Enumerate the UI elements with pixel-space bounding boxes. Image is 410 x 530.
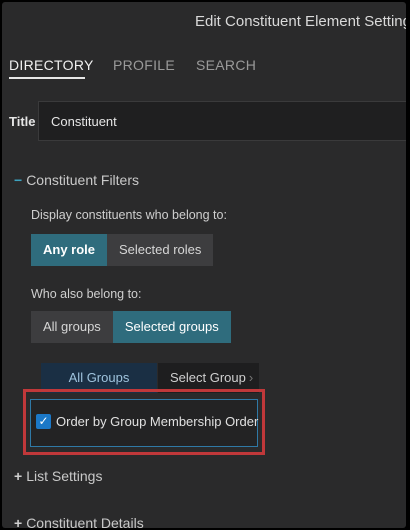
display-constituents-label: Display constituents who belong to: xyxy=(31,208,227,222)
any-role-button[interactable]: Any role xyxy=(31,234,108,266)
tab-directory[interactable]: DIRECTORY xyxy=(9,57,94,73)
expand-icon: + xyxy=(14,515,23,528)
collapse-icon: − xyxy=(14,172,23,188)
dialog-title: Edit Constituent Element Settings xyxy=(195,13,406,30)
tab-search[interactable]: SEARCH xyxy=(196,57,256,73)
constituent-details-heading: Constituent Details xyxy=(26,515,144,528)
active-tab-underline xyxy=(9,77,85,79)
list-settings-heading: List Settings xyxy=(26,468,103,484)
order-by-membership-row[interactable]: ✓ Order by Group Membership Order xyxy=(30,399,258,447)
selected-roles-button[interactable]: Selected roles xyxy=(107,234,214,266)
list-settings-toggle[interactable]: + List Settings xyxy=(14,468,102,484)
title-input[interactable] xyxy=(38,101,406,141)
title-label: Title xyxy=(9,114,36,129)
also-belong-label: Who also belong to: xyxy=(31,287,142,301)
expand-icon: + xyxy=(14,468,23,484)
chevron-right-icon: › xyxy=(248,370,254,385)
constituent-filters-heading: Constituent Filters xyxy=(26,172,140,188)
constituent-details-toggle[interactable]: + Constituent Details xyxy=(14,515,144,528)
selected-groups-button[interactable]: Selected groups xyxy=(112,311,231,343)
constituent-filters-toggle[interactable]: − Constituent Filters xyxy=(14,172,139,188)
tab-profile[interactable]: PROFILE xyxy=(113,57,175,73)
settings-panel: Edit Constituent Element Settings DIRECT… xyxy=(2,2,406,528)
select-group-label: Select Group xyxy=(170,370,246,385)
role-selector: Any role Selected roles xyxy=(31,234,214,266)
all-groups-button[interactable]: All groups xyxy=(31,311,113,343)
order-by-membership-checkbox[interactable]: ✓ xyxy=(36,414,51,429)
group-selector: All groups Selected groups xyxy=(31,311,231,343)
order-by-membership-label: Order by Group Membership Order xyxy=(56,414,259,429)
